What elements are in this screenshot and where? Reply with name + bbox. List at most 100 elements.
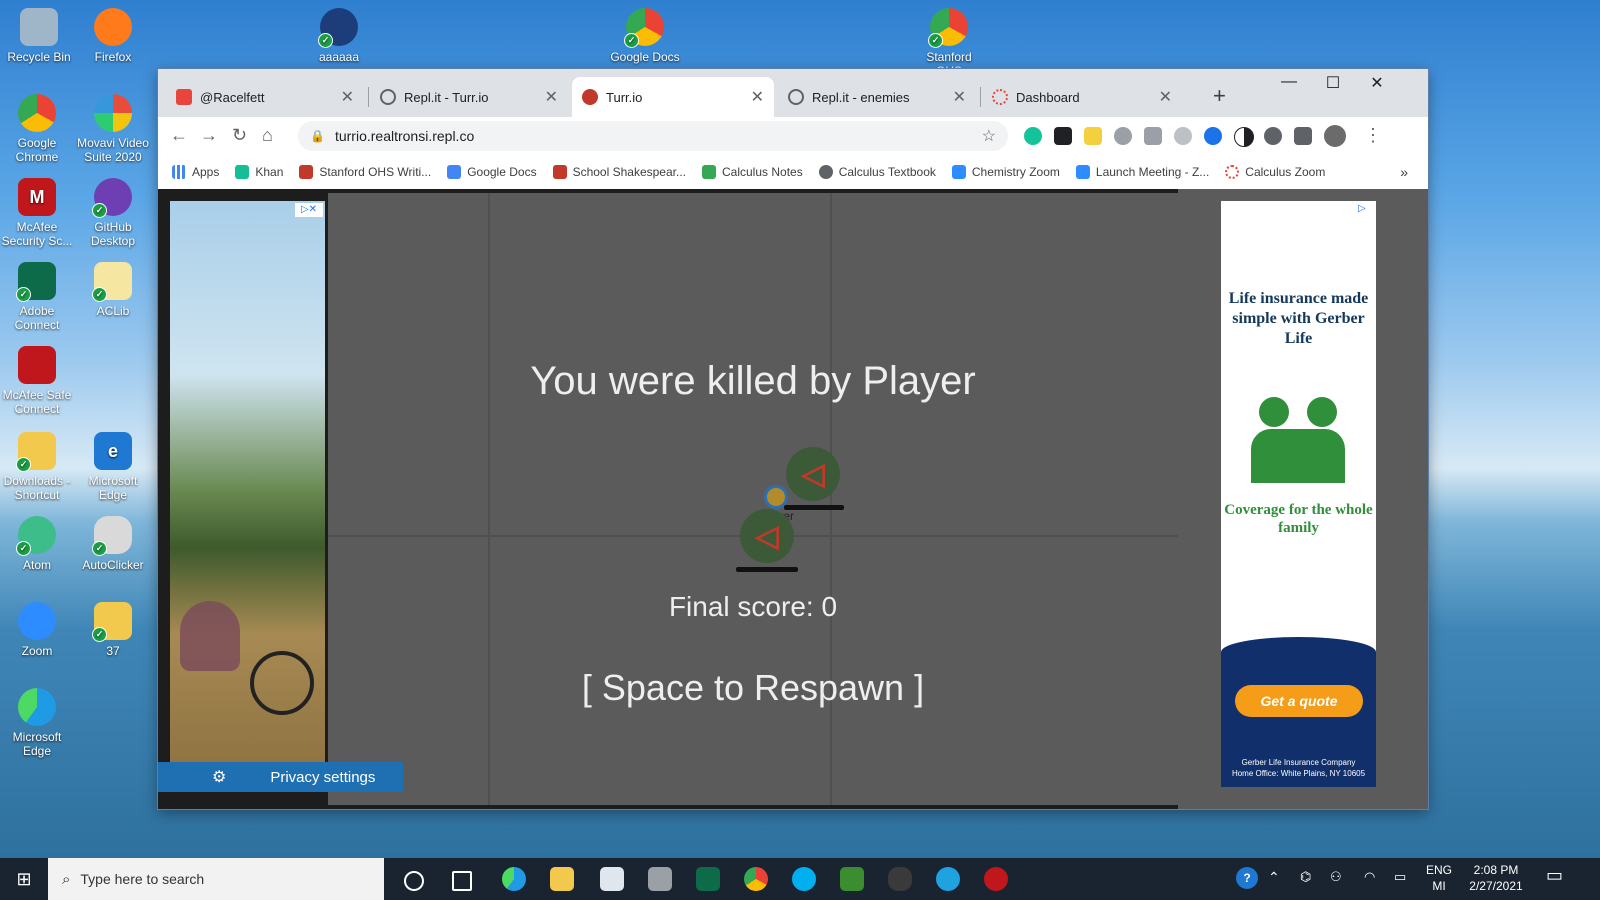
camera-app-icon[interactable] [936,867,960,891]
windows-start-button[interactable]: ⊞ [0,858,48,900]
clock[interactable]: 2:08 PM 2/27/2021 [1460,862,1532,894]
bookmark-school-shakespeare[interactable]: School Shakespear... [552,165,686,179]
mouse-icon[interactable] [888,867,912,891]
dropbox-icon[interactable] [600,867,624,891]
desktop-icon-github-desktop[interactable]: ✓ GitHub Desktop [76,178,150,248]
desktop-icon-mcafee-security[interactable]: M McAfee Security Sc... [0,178,74,248]
more-bookmarks-icon[interactable]: » [1400,164,1408,180]
forward-icon[interactable]: → [200,125,218,146]
battery-icon[interactable]: ▭ [1394,869,1406,885]
dark-mode-icon[interactable] [1234,127,1254,147]
minimize-button[interactable]: — [1266,73,1312,91]
bookmark-star-icon[interactable]: ☆ [982,126,996,146]
killed-message: You were killed by Player [530,359,976,403]
bookmark-stanford-ohs[interactable]: Stanford OHS Writi... [299,165,431,179]
desktop-icon-aclib[interactable]: ✓ ACLib [76,262,150,318]
close-icon[interactable]: ✕ [1159,87,1172,107]
close-icon[interactable]: ✕ [545,87,558,107]
privacy-settings-button[interactable]: ⚙ Privacy settings [158,762,403,792]
close-icon[interactable]: ✕ [751,87,764,107]
notifications-icon[interactable]: ▭ [1546,866,1563,884]
grid-line [488,193,490,805]
desktop-icon-microsoft-edge-legacy[interactable]: e Microsoft Edge [76,432,150,502]
bookmark-khan[interactable]: Khan [235,165,283,179]
bookmark-calculus-textbook[interactable]: Calculus Textbook [818,165,936,179]
movavi-icon [94,94,132,132]
file-explorer-icon[interactable] [550,867,574,891]
new-tab-button[interactable]: + [1213,83,1226,109]
puzzle-icon[interactable] [1294,127,1312,145]
mouse-icon: ✓ [92,516,132,556]
desktop-icon-aaaaaa[interactable]: ✓ aaaaaa [302,8,376,64]
desktop-icon-movavi[interactable]: Movavi Video Suite 2020 [76,94,150,164]
desktop-icon-google-chrome[interactable]: Google Chrome [0,94,74,164]
skype-icon[interactable] [792,867,816,891]
copy-extension-icon[interactable] [1144,127,1162,145]
taskbar-search-box[interactable]: ⌕ Type here to search [48,858,384,900]
address-bar[interactable]: 🔒 turrio.realtronsi.repl.co ☆ [298,121,1008,151]
reader-icon[interactable] [1264,127,1282,145]
adobe-connect-icon[interactable] [696,867,720,891]
lightning-icon[interactable] [648,867,672,891]
menu-icon[interactable]: ⋮ [1364,125,1382,146]
desktop-icon-stanford-ohs[interactable]: ✓Stanford OHS [912,8,986,78]
bookmark-calculus-notes[interactable]: Calculus Notes [702,165,803,179]
desktop-icon-zoom[interactable]: Zoom [0,602,74,658]
tab-dashboard[interactable]: Dashboard ✕ [982,77,1182,117]
left-advertisement[interactable]: ▷✕ [170,201,325,779]
chevron-up-icon[interactable]: ⌃ [1268,869,1280,885]
desktop-icon-atom[interactable]: ✓ Atom [0,516,74,572]
desktop-icon-37[interactable]: ✓ 37 [76,602,150,658]
close-icon[interactable]: ✕ [341,87,354,107]
chrome-icon[interactable] [744,867,768,891]
tab-racelfett[interactable]: @Racelfett ✕ [166,77,364,117]
wifi-icon[interactable]: ◠ [1364,869,1375,885]
help-icon[interactable]: ? [1236,867,1258,889]
desktop-icon-mcafee-safe-connect[interactable]: McAfee Safe Connect [0,346,74,416]
adchoices-icon[interactable]: ▷✕ [295,203,323,217]
grammarly-icon[interactable] [1024,127,1042,145]
family-icon [1250,397,1347,483]
maximize-button[interactable]: ☐ [1310,73,1356,93]
desktop-icon-downloads[interactable]: ✓ Downloads - Shortcut [0,432,74,502]
get-quote-button[interactable]: Get a quote [1235,685,1363,717]
bookmark-calculus-zoom[interactable]: Calculus Zoom [1225,165,1325,179]
desktop-icon-recycle-bin[interactable]: Recycle Bin [2,8,76,64]
avatar[interactable] [1324,125,1346,147]
edge-icon[interactable] [502,867,526,891]
replit-user-icon [176,89,192,105]
desktop-icon-google-docs[interactable]: ✓ Google Docs [608,8,682,64]
game-canvas[interactable]: You were killed by Player ◁ Player ◁ Fin… [328,193,1178,805]
bookmark-google-docs[interactable]: Google Docs [447,165,537,179]
extension-r-icon[interactable] [1084,127,1102,145]
back-icon[interactable]: ← [170,125,188,146]
desktop-icon-adobe-connect[interactable]: ✓ Adobe Connect [0,262,74,332]
mcafee-safe-connect-icon[interactable] [984,867,1008,891]
right-advertisement[interactable]: ▷ Life insurance made simple with Gerber… [1221,201,1376,787]
adblock-icon[interactable] [1114,127,1132,145]
cortana-icon[interactable] [404,871,424,891]
desktop-icon-microsoft-edge[interactable]: Microsoft Edge [0,688,74,758]
cloud-extension-icon[interactable] [1174,127,1192,145]
desktop-icon-autoclicker[interactable]: ✓ AutoClicker [76,516,150,572]
reload-icon[interactable]: ↻ [232,125,247,146]
extension-icon[interactable] [1054,127,1072,145]
adchoices-icon[interactable]: ▷ [1358,203,1374,217]
bookmark-launch-meeting[interactable]: Launch Meeting - Z... [1075,165,1209,179]
tab-turrio[interactable]: Turr.io ✕ [572,77,774,117]
tab-replit-turrio[interactable]: Repl.it - Turr.io ✕ [370,77,568,117]
bookmark-apps[interactable]: Apps [172,165,219,179]
close-icon[interactable]: ✕ [953,87,966,107]
bookmark-chemistry-zoom[interactable]: Chemistry Zoom [951,165,1060,179]
tab-replit-enemies[interactable]: Repl.it - enemies ✕ [778,77,976,117]
network-icon[interactable]: ⌬ [1300,869,1311,885]
task-view-icon[interactable] [452,871,472,891]
r-extension-icon[interactable] [1204,127,1222,145]
close-window-button[interactable]: ✕ [1354,73,1400,93]
desktop-icon-firefox[interactable]: Firefox [76,8,150,64]
minecraft-icon[interactable] [840,867,864,891]
home-icon[interactable]: ⌂ [262,125,273,146]
bookmarks-bar: Apps Khan Stanford OHS Writi... Google D… [158,155,1428,190]
people-icon[interactable]: ⚇ [1330,869,1342,885]
language-indicator[interactable]: ENG MI [1424,862,1454,894]
